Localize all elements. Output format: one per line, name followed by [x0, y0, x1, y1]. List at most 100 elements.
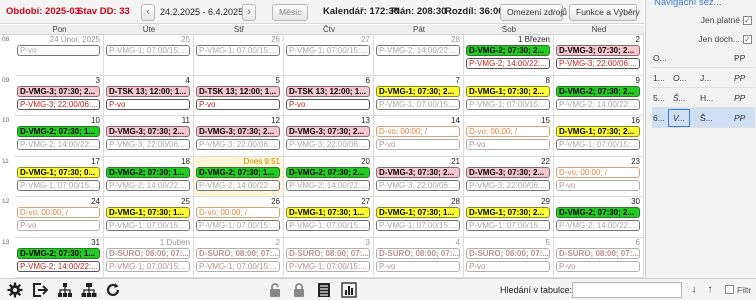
search-down-button[interactable]: ↓	[688, 282, 700, 298]
actual-shift-chip[interactable]: P-VMG-3; 22:00/06:...	[466, 179, 550, 191]
planned-shift-chip[interactable]: D-TSK 13; 12:00; 1...	[106, 85, 190, 97]
filter-checkbox[interactable]	[725, 285, 734, 294]
planned-shift-chip[interactable]: D-SÚRO; 08:00; 07:...	[466, 247, 550, 259]
functions-button[interactable]: Funkce a Výběry	[569, 4, 640, 21]
planned-shift-chip[interactable]: D-vo; 00:00; /	[17, 207, 100, 218]
day-cell[interactable]: 3 D-SÚRO; 08:00; 07:... P-VMG-1; 07:00/15:…	[284, 237, 374, 278]
planned-shift-chip[interactable]: D-SÚRO; 08:00; 07:...	[376, 247, 460, 259]
planned-shift-chip[interactable]: D-VMG-2; 07:30; 2...	[556, 207, 640, 218]
table-search-input[interactable]	[572, 282, 682, 298]
actual-shift-chip[interactable]: P-vo	[556, 260, 640, 272]
day-cell[interactable]: 5 D-TSK 13; 12:00; 1... P-vo	[194, 75, 284, 116]
actual-shift-chip[interactable]: P-VMG-2; 14:00/22:...	[466, 58, 550, 69]
actual-shift-chip[interactable]: P-VMG-1; 07:00/15:...	[376, 220, 460, 231]
day-cell[interactable]: 8 D-VMG-1; 07:30; 2... P-VMG-1; 07:00/15:.…	[464, 75, 554, 116]
exit-icon[interactable]	[32, 282, 48, 298]
actual-shift-chip[interactable]: P-VMG-3; 22:00/06:...	[556, 58, 640, 69]
planned-shift-chip[interactable]: D-VMG-3; 07:30; 2...	[376, 166, 460, 178]
day-cell[interactable]: 11 D-VMG-3; 07:30; 2... P-VMG-3; 22:00/06:…	[104, 116, 194, 157]
planned-shift-chip[interactable]: D-VMG-2; 07:30; 1...	[17, 247, 100, 259]
day-cell[interactable]: 1 Březen D-VMG-2; 07:30; 2... P-VMG-2; 14:…	[464, 35, 554, 76]
day-cell[interactable]: Dnes 9:51 D-VMG-2; 07:30; 1... P-VMG-2; 14…	[194, 156, 284, 197]
day-cell[interactable]: 24 D-vo; 00:00; / P-vo	[15, 197, 104, 238]
planned-shift-chip[interactable]: D-VMG-3; 07:30; 2...	[196, 126, 280, 137]
planned-shift-chip[interactable]: D-VMG-1; 07:30; 1...	[376, 207, 460, 218]
table-header-cell[interactable]: O...	[653, 48, 667, 68]
planned-shift-chip[interactable]: P-VMG-1; 07:00/15:...	[286, 45, 370, 56]
day-cell[interactable]: 21 D-VMG-3; 07:30; 2... P-VMG-3; 22:00/06:…	[374, 156, 464, 197]
day-cell[interactable]: 25 D-VMG-1; 07:30; 1... P-VMG-1; 07:00/15:…	[104, 197, 194, 238]
planned-shift-chip[interactable]: D-VMG-2; 07:30; 2...	[556, 85, 640, 97]
planned-shift-chip[interactable]: D-SÚRO; 08:00; 07:...	[196, 247, 280, 259]
day-cell[interactable]: 3 D-VMG-3; 07:30; 2... P-VMG-3; 22:00/06:.…	[15, 75, 104, 116]
actual-shift-chip[interactable]: P-VMG-3; 22:00/06:...	[17, 98, 100, 110]
planned-shift-chip[interactable]: D-VMG-3; 07:30; 2...	[556, 45, 640, 56]
planned-shift-chip[interactable]: D-vo; 00:00; /	[556, 166, 640, 178]
actual-shift-chip[interactable]: P-VMG-2; 14:00/22:...	[196, 179, 280, 191]
actual-shift-chip[interactable]: P-VMG-1; 07:00/15:...	[376, 98, 460, 110]
planned-shift-chip[interactable]: D-VMG-3; 07:30; 2...	[286, 126, 370, 137]
day-cell[interactable]: 17 D-VMG-1; 07:30; 0... P-VMG-1; 07:00/15:…	[15, 156, 104, 197]
day-cell[interactable]: 4 D-SÚRO; 08:00; 07:... P-vo	[374, 237, 464, 278]
day-cell[interactable]: 27 D-VMG-1; 07:30; 1... P-VMG-1; 07:00/15:…	[284, 197, 374, 238]
actual-shift-chip[interactable]: P-VMG-1; 07:00/15:...	[196, 260, 280, 272]
lock-icon[interactable]	[267, 282, 283, 298]
day-cell[interactable]: 5 D-SÚRO; 08:00; 07:... P-vo	[464, 237, 554, 278]
prev-period-button[interactable]: ‹	[141, 4, 155, 21]
table-row[interactable]: 1... O... J... PP	[652, 68, 755, 88]
day-cell[interactable]: 12 D-VMG-3; 07:30; 2... P-VMG-3; 22:00/06:…	[194, 116, 284, 157]
actual-shift-chip[interactable]: P-VMG-2; 14:00/22:...	[556, 220, 640, 231]
actual-shift-chip[interactable]: P-VMG-1; 07:00/15:...	[556, 139, 640, 150]
table-header-cell[interactable]: PP	[734, 48, 745, 68]
actual-shift-chip[interactable]: P-VMG-1; 07:00/15:...	[196, 220, 280, 231]
actual-shift-chip[interactable]: P-vo	[106, 98, 190, 110]
day-cell[interactable]: 14 D-vo; 00:00; / P-vo	[374, 116, 464, 157]
planned-shift-chip[interactable]: D-VMG-3; 07:30; 2...	[106, 126, 190, 137]
only-valid-checkbox[interactable]: ✓	[743, 16, 752, 25]
day-cell[interactable]: 7 D-VMG-1; 07:30; 2... P-VMG-1; 07:00/15:.…	[374, 75, 464, 116]
day-cell[interactable]: 23 D-vo; 00:00; / P-vo	[554, 156, 644, 197]
month-button[interactable]: Měsíc	[272, 4, 308, 21]
next-period-button[interactable]: ›	[242, 4, 256, 21]
actual-shift-chip[interactable]: P-VMG-1; 07:00/15:...	[106, 220, 190, 231]
day-cell[interactable]: 16 D-VMG-1; 07:30; 2... P-VMG-1; 07:00/15:…	[554, 116, 644, 157]
day-cell[interactable]: 29 D-VMG-1; 07:30; 2... P-VMG-1; 07:00/15:…	[464, 197, 554, 238]
table-row[interactable]: 5... Š... H... PP	[652, 88, 755, 108]
actual-shift-chip[interactable]: P-VMG-2; 14:00/22:...	[106, 179, 190, 191]
planned-shift-chip[interactable]: D-VMG-3; 07:30; 2...	[17, 85, 100, 97]
planned-shift-chip[interactable]: D-VMG-1; 07:30; 2...	[466, 207, 550, 218]
day-cell[interactable]: 24 Únor, 2025 P-vo	[15, 35, 104, 76]
actual-shift-chip[interactable]: P-vo	[17, 220, 100, 231]
day-cell[interactable]: 10 D-VMG-2; 07:30; 1... P-VMG-2; 14:00/22:…	[15, 116, 104, 157]
search-up-button[interactable]: ↑	[704, 282, 716, 298]
actual-shift-chip[interactable]: P-VMG-1; 07:00/15:...	[106, 260, 190, 272]
actual-shift-chip[interactable]: P-vo	[376, 139, 460, 150]
day-cell[interactable]: 28 D-VMG-1; 07:30; 1... P-VMG-1; 07:00/15:…	[374, 197, 464, 238]
planned-shift-chip[interactable]: P-VMG-2; 14:00/22:...	[376, 45, 460, 56]
day-cell[interactable]: 18 D-VMG-2; 07:30; 1... P-VMG-2; 14:00/22:…	[104, 156, 194, 197]
planned-shift-chip[interactable]: D-VMG-1; 07:30; 0...	[17, 166, 100, 178]
planned-shift-chip[interactable]: D-VMG-1; 07:30; 1...	[106, 207, 190, 218]
actual-shift-chip[interactable]: P-vo	[286, 98, 370, 110]
actual-shift-chip[interactable]: P-VMG-3; 22:00/06:...	[196, 139, 280, 150]
actual-shift-chip[interactable]: P-VMG-2; 14:00/22:...	[286, 179, 370, 191]
actual-shift-chip[interactable]: P-VMG-2; 14:00/22:...	[556, 98, 640, 110]
planned-shift-chip[interactable]: D-SÚRO; 08:00; 07:...	[286, 247, 370, 259]
only-dd-checkbox[interactable]: ✓	[743, 35, 752, 44]
planned-shift-chip[interactable]: D-VMG-3; 07:30; 2...	[466, 166, 550, 178]
refresh-icon[interactable]	[105, 282, 121, 298]
planned-shift-chip[interactable]: D-TSK 13; 12:00; 1...	[286, 85, 370, 97]
day-cell[interactable]: 25 P-VMG-1; 07:00/15:...	[104, 35, 194, 76]
list-icon[interactable]	[316, 282, 332, 298]
planned-shift-chip[interactable]: P-vo	[17, 45, 100, 56]
day-cell[interactable]: 15 D-vo; 00:00; / P-vo	[464, 116, 554, 157]
day-cell[interactable]: 22 D-VMG-3; 07:30; 2... P-VMG-3; 22:00/06:…	[464, 156, 554, 197]
actual-shift-chip[interactable]: P-VMG-1; 07:00/15:...	[286, 220, 370, 231]
planned-shift-chip[interactable]: D-TSK 13; 12:00; 1...	[196, 85, 280, 97]
actual-shift-chip[interactable]: P-VMG-2; 14:00/22:...	[17, 260, 100, 272]
actual-shift-chip[interactable]: P-VMG-3; 22:00/06:...	[106, 139, 190, 150]
day-cell[interactable]: 27 P-VMG-1; 07:00/15:...	[284, 35, 374, 76]
planned-shift-chip[interactable]: P-VMG-1; 07:00/15:...	[106, 45, 190, 56]
actual-shift-chip[interactable]: P-vo	[376, 260, 460, 272]
planned-shift-chip[interactable]: D-VMG-2; 07:30; 1...	[17, 126, 100, 137]
